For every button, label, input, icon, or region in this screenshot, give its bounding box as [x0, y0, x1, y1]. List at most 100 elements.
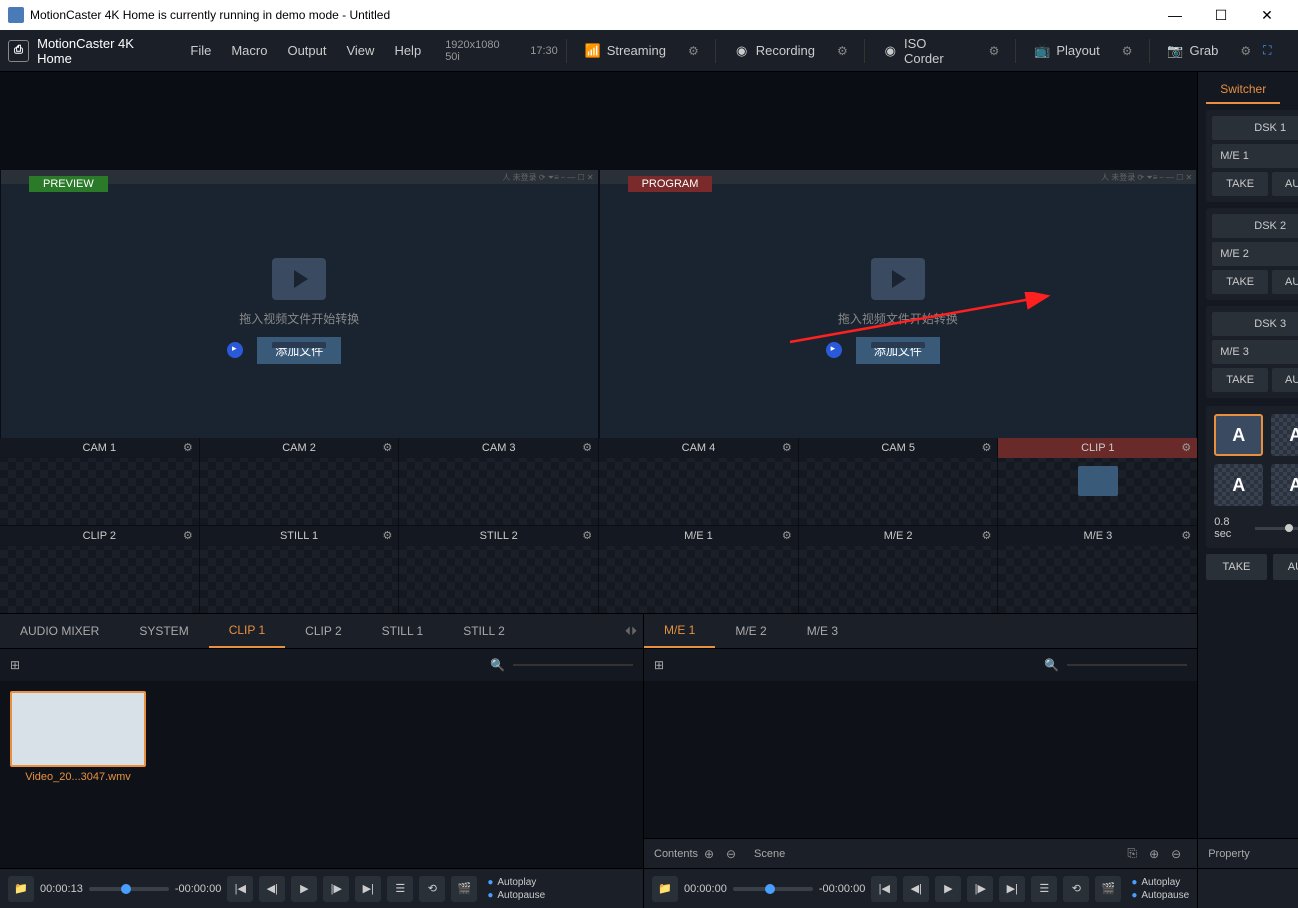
- clapper-icon[interactable]: 🎬: [1095, 876, 1121, 902]
- recording-button[interactable]: ◉Recording: [724, 39, 825, 63]
- source-cam1[interactable]: CAM 1⚙: [0, 438, 199, 525]
- forward-button[interactable]: |▶: [323, 876, 349, 902]
- source-cam3[interactable]: CAM 3⚙: [399, 438, 598, 525]
- gear-icon[interactable]: ⚙: [383, 441, 393, 454]
- gear-icon[interactable]: ⚙: [183, 529, 193, 542]
- gear-icon[interactable]: ⚙: [582, 441, 592, 454]
- tab-still2[interactable]: STILL 2: [443, 614, 525, 648]
- list-icon[interactable]: ☰: [387, 876, 413, 902]
- maximize-button[interactable]: ☐: [1198, 0, 1244, 30]
- add-icon[interactable]: ⊕: [1143, 843, 1165, 865]
- next-button[interactable]: ▶|: [355, 876, 381, 902]
- recording-gear-icon[interactable]: ⚙: [829, 44, 856, 58]
- menu-help[interactable]: Help: [386, 43, 429, 58]
- menu-macro[interactable]: Macro: [223, 43, 275, 58]
- source-me2[interactable]: M/E 2⚙: [799, 526, 998, 613]
- gear-icon[interactable]: ⚙: [982, 441, 992, 454]
- gear-icon[interactable]: ⚙: [982, 529, 992, 542]
- minimize-button[interactable]: —: [1152, 0, 1198, 30]
- autopause-label[interactable]: Autopause: [487, 890, 545, 901]
- source-me3[interactable]: M/E 3⚙: [998, 526, 1197, 613]
- folder-icon[interactable]: 📁: [652, 876, 678, 902]
- gear-icon[interactable]: ⚙: [782, 529, 792, 542]
- tab-clip2[interactable]: CLIP 2: [285, 614, 361, 648]
- trans-slider[interactable]: [1255, 527, 1298, 530]
- source-me1[interactable]: M/E 1⚙: [599, 526, 798, 613]
- prev-button[interactable]: |◀: [227, 876, 253, 902]
- autopause-label[interactable]: Autopause: [1131, 890, 1189, 901]
- next-button[interactable]: ▶|: [999, 876, 1025, 902]
- gear-icon[interactable]: ⚙: [1181, 529, 1191, 542]
- loop-icon[interactable]: ⟲: [419, 876, 445, 902]
- trans-a3[interactable]: A: [1214, 464, 1263, 506]
- source-cam5[interactable]: CAM 5⚙: [799, 438, 998, 525]
- streaming-button[interactable]: 📶Streaming: [575, 39, 676, 63]
- seek-slider[interactable]: [733, 887, 813, 891]
- seek-slider[interactable]: [89, 887, 169, 891]
- grab-button[interactable]: 📷Grab: [1157, 39, 1228, 63]
- folder-icon[interactable]: 📁: [8, 876, 34, 902]
- iso-gear-icon[interactable]: ⚙: [981, 44, 1008, 58]
- play-button[interactable]: ▶: [291, 876, 317, 902]
- loop-icon[interactable]: ⟲: [1063, 876, 1089, 902]
- menu-output[interactable]: Output: [279, 43, 334, 58]
- gear-icon[interactable]: ⚙: [782, 441, 792, 454]
- final-auto1[interactable]: AUTO: [1273, 554, 1298, 580]
- dsk1-button[interactable]: DSK 1: [1212, 116, 1298, 140]
- search-icon[interactable]: 🔍: [1044, 658, 1059, 672]
- final-take1[interactable]: TAKE: [1206, 554, 1267, 580]
- menu-view[interactable]: View: [338, 43, 382, 58]
- source-cam4[interactable]: CAM 4⚙: [599, 438, 798, 525]
- playout-button[interactable]: 📺Playout: [1024, 39, 1109, 63]
- dsk3-me-select[interactable]: M/E 3▾: [1212, 340, 1298, 364]
- search-icon[interactable]: 🔍: [490, 658, 505, 672]
- prev-button[interactable]: |◀: [871, 876, 897, 902]
- list-icon[interactable]: ☰: [1031, 876, 1057, 902]
- nav-icon[interactable]: ⏴⏵: [619, 624, 643, 639]
- gear-icon[interactable]: ⚙: [183, 441, 193, 454]
- gear-icon[interactable]: ⚙: [383, 529, 393, 542]
- source-clip2[interactable]: CLIP 2⚙: [0, 526, 199, 613]
- menu-file[interactable]: File: [182, 43, 219, 58]
- dsk2-button[interactable]: DSK 2: [1212, 214, 1298, 238]
- dsk1-auto[interactable]: AUTO: [1272, 172, 1298, 196]
- dsk1-me-select[interactable]: M/E 1▾: [1212, 144, 1298, 168]
- streaming-gear-icon[interactable]: ⚙: [680, 44, 707, 58]
- iso-button[interactable]: ◉ISO Corder: [873, 32, 977, 70]
- source-cam2[interactable]: CAM 2⚙: [200, 438, 399, 525]
- close-button[interactable]: ✕: [1244, 0, 1290, 30]
- rewind-button[interactable]: ◀|: [259, 876, 285, 902]
- grid-view-icon[interactable]: ⊞: [654, 658, 664, 672]
- source-still1[interactable]: STILL 1⚙: [200, 526, 399, 613]
- fullscreen-icon[interactable]: ⛶: [1263, 43, 1290, 58]
- clip-thumbnail[interactable]: Video_20...3047.wmv: [10, 691, 146, 858]
- grab-gear-icon[interactable]: ⚙: [1232, 44, 1259, 58]
- autoplay-label[interactable]: Autoplay: [487, 877, 545, 888]
- add-icon[interactable]: ⊕: [698, 843, 720, 865]
- tab-system[interactable]: SYSTEM: [119, 614, 208, 648]
- remove-icon[interactable]: ⊖: [720, 843, 742, 865]
- dsk2-take[interactable]: TAKE: [1212, 270, 1268, 294]
- source-clip1[interactable]: CLIP 1⚙: [998, 438, 1197, 525]
- gear-icon[interactable]: ⚙: [1181, 441, 1191, 454]
- source-still2[interactable]: STILL 2⚙: [399, 526, 598, 613]
- grid-view-icon[interactable]: ⊞: [10, 658, 20, 672]
- dsk3-take[interactable]: TAKE: [1212, 368, 1268, 392]
- tab-me3[interactable]: M/E 3: [787, 614, 858, 648]
- tab-still1[interactable]: STILL 1: [362, 614, 444, 648]
- trans-a1[interactable]: A: [1214, 414, 1263, 456]
- trans-a2[interactable]: A: [1271, 414, 1298, 456]
- dsk2-me-select[interactable]: M/E 2▾: [1212, 242, 1298, 266]
- dsk2-auto[interactable]: AUTO: [1272, 270, 1298, 294]
- clapper-icon[interactable]: 🎬: [451, 876, 477, 902]
- dsk1-take[interactable]: TAKE: [1212, 172, 1268, 196]
- tab-clip1[interactable]: CLIP 1: [209, 614, 285, 648]
- switcher-tab[interactable]: Switcher: [1206, 76, 1280, 104]
- rewind-button[interactable]: ◀|: [903, 876, 929, 902]
- copy-icon[interactable]: ⎘: [1121, 843, 1143, 865]
- dsk3-button[interactable]: DSK 3: [1212, 312, 1298, 336]
- dsk3-auto[interactable]: AUTO: [1272, 368, 1298, 392]
- tab-audiomixer[interactable]: AUDIO MIXER: [0, 614, 119, 648]
- playout-gear-icon[interactable]: ⚙: [1114, 44, 1141, 58]
- trans-a4[interactable]: A: [1271, 464, 1298, 506]
